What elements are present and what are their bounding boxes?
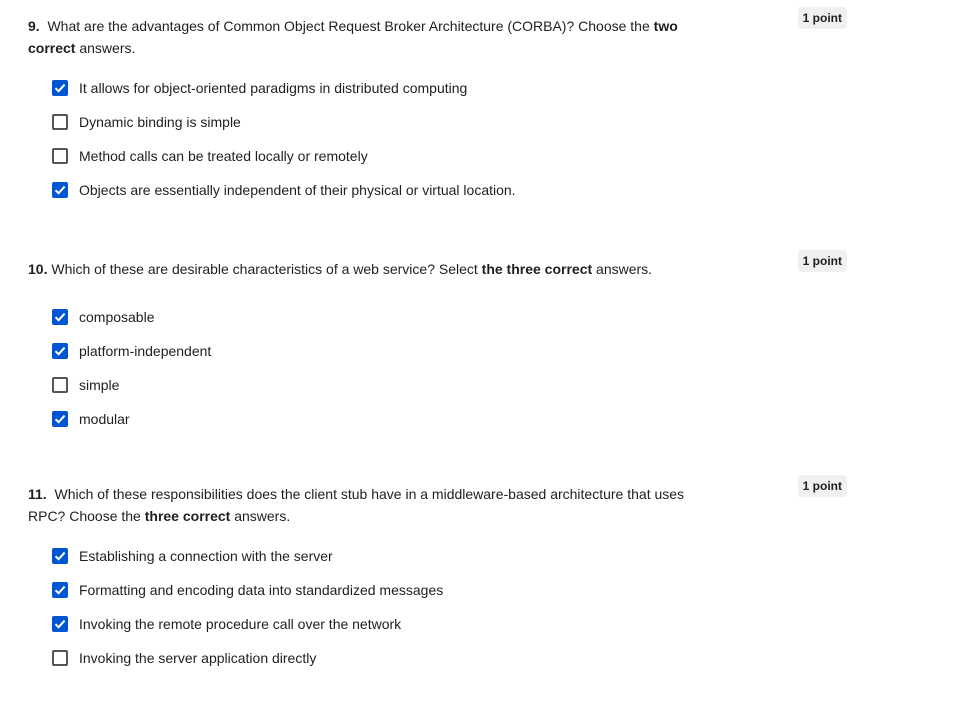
question-header: 11. Which of these responsibilities does…	[28, 475, 948, 527]
question-header: 9. What are the advantages of Common Obj…	[28, 7, 948, 59]
option-label: modular	[79, 411, 130, 427]
question-header: 10. Which of these are desirable charact…	[28, 250, 948, 280]
option-label: It allows for object-oriented paradigms …	[79, 80, 468, 96]
options-list: composable platform-independent simple m…	[28, 300, 948, 436]
option[interactable]: Invoking the remote procedure call over …	[52, 607, 948, 641]
option-label: Establishing a connection with the serve…	[79, 548, 333, 564]
checkbox-checked[interactable]	[52, 582, 68, 598]
question-number: 10.	[28, 261, 48, 277]
question-text: 11. Which of these responsibilities does…	[28, 486, 685, 524]
option[interactable]: composable	[52, 300, 948, 334]
points-badge: 1 point	[797, 475, 847, 497]
checkbox-checked[interactable]	[52, 548, 68, 564]
option[interactable]: It allows for object-oriented paradigms …	[52, 71, 948, 105]
checkbox-checked[interactable]	[52, 309, 68, 325]
option-label: Invoking the server application directly	[79, 650, 317, 666]
checkbox-checked[interactable]	[52, 616, 68, 632]
option-label: Dynamic binding is simple	[79, 114, 241, 130]
question-text: 10. Which of these are desirable charact…	[28, 261, 653, 277]
question-10: 10. Which of these are desirable charact…	[28, 250, 948, 436]
question-number: 11.	[28, 486, 47, 502]
option-label: simple	[79, 377, 120, 393]
points-badge: 1 point	[797, 7, 847, 29]
options-list: It allows for object-oriented paradigms …	[28, 71, 948, 207]
checkbox-checked[interactable]	[52, 182, 68, 198]
option[interactable]: modular	[52, 402, 948, 436]
options-list: Establishing a connection with the serve…	[28, 539, 948, 675]
checkbox-checked[interactable]	[52, 411, 68, 427]
checkbox-checked[interactable]	[52, 80, 68, 96]
question-11: 11. Which of these responsibilities does…	[28, 475, 948, 675]
option[interactable]: simple	[52, 368, 948, 402]
checkbox-unchecked[interactable]	[52, 377, 68, 393]
checkbox-checked[interactable]	[52, 343, 68, 359]
option-label: Formatting and encoding data into standa…	[79, 582, 444, 598]
option[interactable]: Invoking the server application directly	[52, 641, 948, 675]
question-9: 9. What are the advantages of Common Obj…	[28, 7, 948, 207]
option[interactable]: Method calls can be treated locally or r…	[52, 139, 948, 173]
checkbox-unchecked[interactable]	[52, 650, 68, 666]
option[interactable]: platform-independent	[52, 334, 948, 368]
option-label: Invoking the remote procedure call over …	[79, 616, 402, 632]
option[interactable]: Establishing a connection with the serve…	[52, 539, 948, 573]
quiz-page: 9. What are the advantages of Common Obj…	[0, 0, 969, 704]
checkbox-unchecked[interactable]	[52, 114, 68, 130]
option-label: Method calls can be treated locally or r…	[79, 148, 368, 164]
option[interactable]: Dynamic binding is simple	[52, 105, 948, 139]
checkbox-unchecked[interactable]	[52, 148, 68, 164]
option-label: Objects are essentially independent of t…	[79, 182, 516, 198]
option[interactable]: Objects are essentially independent of t…	[52, 173, 948, 207]
option-label: platform-independent	[79, 343, 212, 359]
option[interactable]: Formatting and encoding data into standa…	[52, 573, 948, 607]
points-badge: 1 point	[797, 250, 847, 272]
option-label: composable	[79, 309, 155, 325]
question-text: 9. What are the advantages of Common Obj…	[28, 18, 678, 56]
question-number: 9.	[28, 18, 40, 34]
